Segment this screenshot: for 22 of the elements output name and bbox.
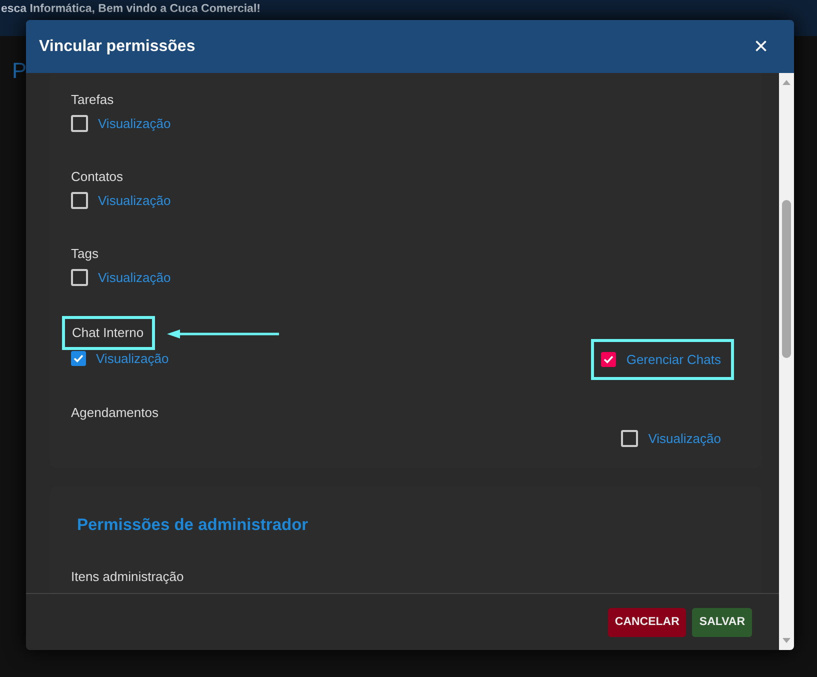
admin-heading: Permissões de administrador <box>77 516 308 534</box>
page-title: P <box>12 58 27 83</box>
permission-checkbox[interactable]: Visualização <box>71 115 171 132</box>
section-title: Agendamentos <box>71 404 158 422</box>
dialog-title: Vincular permissões <box>39 38 196 56</box>
close-button[interactable]: × <box>750 34 772 58</box>
group-title: Itens administração <box>71 569 185 584</box>
permission-checkbox[interactable]: Visualização <box>71 269 171 286</box>
check-icon <box>603 354 614 365</box>
cancel-button[interactable]: CANCELAR <box>608 608 686 636</box>
permission-checkbox[interactable]: Visualização <box>71 192 171 209</box>
section-title: Tags <box>71 245 98 263</box>
save-button[interactable]: SALVAR <box>692 608 752 636</box>
permission-checkbox[interactable]: Visualização <box>71 351 169 366</box>
permission-checkbox[interactable]: Visualização <box>621 430 721 447</box>
section-title: Chat Interno <box>62 316 155 350</box>
section-title: Contatos <box>71 168 124 186</box>
welcome-text: esca Informática, Bem vindo a Cuca Comercial! <box>1 3 260 15</box>
check-icon <box>73 353 84 364</box>
permission-checkbox[interactable]: Gerenciar Chats <box>591 339 734 380</box>
scrollbar[interactable] <box>779 73 794 650</box>
section-title: Tarefas <box>71 91 114 109</box>
